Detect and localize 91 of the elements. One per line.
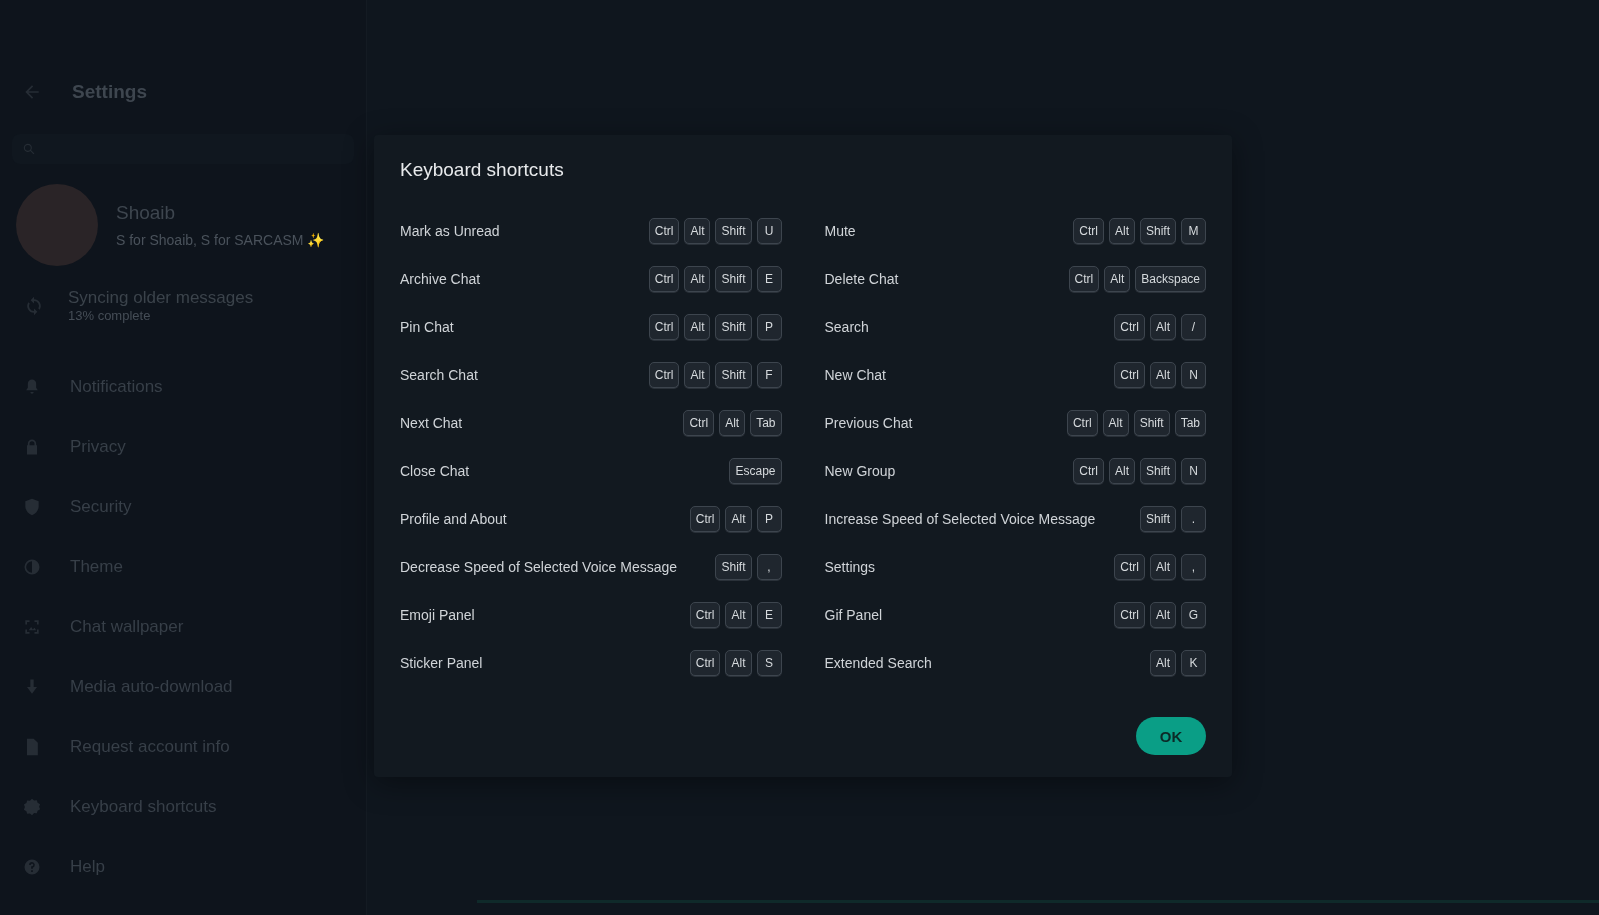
key-cap: Alt [684, 266, 711, 292]
key-cap: Alt [725, 602, 752, 628]
dialog-title: Keyboard shortcuts [400, 159, 565, 181]
key-cap: Alt [1150, 314, 1176, 340]
key-cap: Alt [1102, 410, 1129, 436]
key-cap: Shift [1140, 458, 1176, 484]
key-cap: Shift [715, 266, 752, 292]
shortcut-label: Next Chat [400, 415, 463, 431]
wallpaper-icon [22, 617, 42, 637]
key-cap: Alt [1104, 266, 1131, 292]
shortcut-label: Gif Panel [824, 607, 883, 623]
key-cap: Alt [1108, 218, 1135, 244]
shortcut-label: Decrease Speed of Selected Voice Message [400, 559, 678, 575]
shortcut-label: Extended Search [824, 655, 932, 671]
key-cap: Escape [729, 458, 782, 484]
key-cap: Tab [750, 410, 782, 436]
shortcut-label: Pin Chat [400, 319, 454, 335]
key-cap: Alt [1150, 554, 1176, 580]
key-cap: Alt [719, 410, 746, 436]
key-cap: Alt [1150, 602, 1176, 628]
key-cap: / [1181, 314, 1206, 340]
key-cap: F [756, 362, 782, 388]
shortcut-label: Sticker Panel [400, 655, 483, 671]
key-cap: Alt [725, 650, 752, 676]
key-cap: Backspace [1135, 266, 1206, 292]
key-cap: Alt [1108, 458, 1135, 484]
key-cap: , [756, 554, 782, 580]
shortcut-label: Search [824, 319, 869, 335]
key-cap: U [756, 218, 782, 244]
key-cap: K [1181, 650, 1206, 676]
key-cap: P [756, 506, 782, 532]
key-cap: P [756, 314, 782, 340]
key-cap: Alt [1150, 650, 1176, 676]
key-cap: Alt [684, 362, 711, 388]
key-cap: Ctrl [689, 506, 721, 532]
key-cap: Shift [1140, 506, 1176, 532]
key-cap: Ctrl [648, 362, 680, 388]
key-cap: M [1181, 218, 1206, 244]
key-cap: Shift [715, 314, 752, 340]
key-cap: Ctrl [689, 602, 721, 628]
key-cap: . [1181, 506, 1206, 532]
key-cap: Ctrl [1114, 554, 1145, 580]
key-cap: Shift [1140, 218, 1176, 244]
shortcut-label: Mark as Unread [400, 223, 500, 239]
key-cap: N [1181, 362, 1206, 388]
key-cap: Alt [725, 506, 752, 532]
shortcut-label: Mute [824, 223, 856, 239]
key-cap: Alt [684, 218, 711, 244]
profile-about: S for Shoaib, S for SARCASM ✨ [116, 232, 325, 248]
key-cap: Shift [715, 362, 752, 388]
key-cap: Ctrl [689, 650, 721, 676]
key-cap: Shift [715, 218, 752, 244]
key-cap: Ctrl [1073, 458, 1104, 484]
key-cap: Ctrl [1114, 314, 1145, 340]
key-cap: Ctrl [1114, 602, 1145, 628]
shortcut-label: Close Chat [400, 463, 470, 479]
sync-progress-text: 13% complete [68, 308, 152, 323]
shortcut-label: Delete Chat [824, 271, 899, 287]
shortcut-label: Increase Speed of Selected Voice Message [824, 511, 1096, 527]
shortcut-label: Previous Chat [824, 415, 913, 431]
shortcut-label: Profile and About [400, 511, 507, 527]
shortcut-label: Emoji Panel [400, 607, 475, 623]
key-cap: Tab [1174, 410, 1206, 436]
key-cap: Ctrl [1066, 410, 1098, 436]
key-cap: Alt [1150, 362, 1176, 388]
badge-icon [22, 797, 42, 817]
sync-icon [24, 295, 44, 316]
shortcut-label: New Group [824, 463, 896, 479]
ok-button[interactable]: OK [1136, 717, 1206, 755]
key-cap: Alt [684, 314, 711, 340]
key-cap: Ctrl [1068, 266, 1100, 292]
shield-icon [22, 497, 42, 517]
shortcut-label: Search Chat [400, 367, 478, 383]
key-cap: E [756, 266, 782, 292]
key-cap: S [756, 650, 782, 676]
key-cap: N [1181, 458, 1206, 484]
key-cap: Ctrl [683, 410, 715, 436]
key-cap: Ctrl [1073, 218, 1104, 244]
key-cap: Ctrl [1114, 362, 1145, 388]
shortcut-label: Archive Chat [400, 271, 481, 287]
key-cap: Ctrl [648, 218, 680, 244]
key-cap: Ctrl [648, 266, 680, 292]
key-cap: , [1181, 554, 1206, 580]
help-icon [22, 857, 42, 877]
shortcut-label: Settings [824, 559, 876, 575]
key-cap: Shift [1133, 410, 1170, 436]
key-cap: Ctrl [648, 314, 680, 340]
key-cap: G [1181, 602, 1206, 628]
shortcut-label: New Chat [824, 367, 886, 383]
key-cap: E [756, 602, 782, 628]
key-cap: Shift [715, 554, 752, 580]
